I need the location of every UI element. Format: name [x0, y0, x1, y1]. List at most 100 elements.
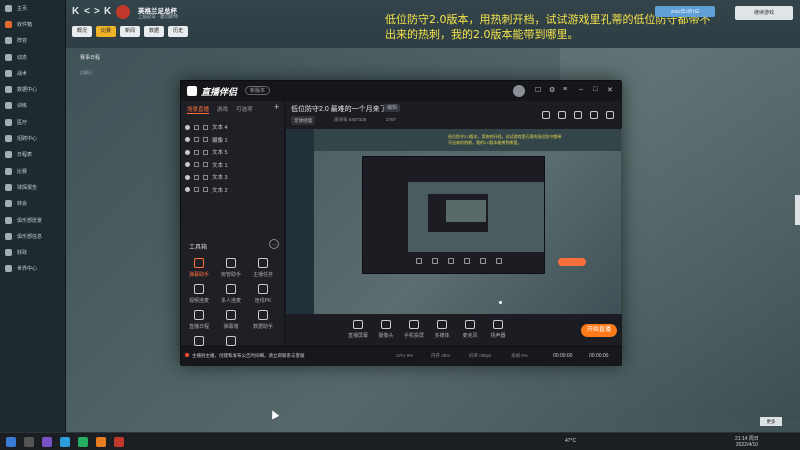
filter-tab[interactable]: 新闻 — [120, 26, 141, 37]
right-edge-tab[interactable] — [795, 195, 800, 225]
tool-button[interactable]: 视频连麦 — [185, 284, 213, 304]
gift-icon[interactable] — [542, 111, 550, 119]
nav-back-button[interactable]: < — [84, 6, 90, 17]
lock-icon[interactable] — [194, 162, 199, 167]
source-item[interactable]: 文本 2 — [185, 184, 228, 196]
sidebar-item[interactable]: 日程表 — [0, 147, 65, 163]
eye-icon[interactable] — [185, 174, 190, 180]
control-button[interactable]: 直播屏幕 — [344, 320, 372, 339]
text-source-icon — [203, 137, 208, 142]
version-badge[interactable]: 新版本 — [245, 86, 271, 95]
sidebar-item[interactable]: 俱乐部愿景 — [0, 212, 65, 228]
eye-icon[interactable] — [185, 162, 190, 167]
eye-icon[interactable] — [185, 187, 190, 192]
nav-forward-button[interactable]: > — [94, 6, 100, 17]
control-button[interactable]: 摄像头 — [372, 320, 400, 339]
tool-button[interactable]: 直播日程 — [185, 310, 213, 330]
search-icon[interactable] — [24, 437, 34, 447]
lock-icon[interactable] — [558, 111, 566, 119]
start-icon[interactable] — [6, 437, 16, 447]
sidebar-item[interactable]: 阵容 — [0, 33, 65, 49]
control-button[interactable]: 手机投屏 — [400, 320, 428, 339]
app-icon-5[interactable] — [114, 437, 124, 447]
lock-icon[interactable] — [194, 137, 199, 142]
maximize-icon[interactable]: □ — [593, 86, 597, 93]
sidebar-item[interactable]: 医疗 — [0, 114, 65, 130]
sidebar-item[interactable]: 球探报告 — [0, 179, 65, 195]
go-live-button[interactable]: 开始直播 — [581, 324, 617, 337]
add-scene-icon[interactable]: + — [274, 102, 279, 112]
sidebar-item[interactable]: 训练 — [0, 98, 65, 114]
tab-options[interactable]: 可选项 — [236, 105, 253, 114]
stream-preview[interactable]: 低位防守2.0版本，用热刺开档，试试游戏里孔蒂的低位防守都带不出来的热刺，我的2… — [286, 129, 621, 314]
filter-tab[interactable]: 比赛 — [96, 26, 117, 37]
sidebar-item[interactable]: 俱乐部信息 — [0, 228, 65, 244]
lock-icon[interactable] — [194, 149, 199, 155]
tool-button[interactable]: 数据助手 — [249, 310, 277, 330]
category-tag[interactable]: 足球经理 — [291, 116, 315, 125]
source-item[interactable]: 文本 5 — [185, 146, 228, 158]
nav-last-button[interactable]: K — [104, 6, 111, 17]
eye-icon[interactable] — [185, 149, 190, 155]
app-icon-3[interactable] — [78, 437, 88, 447]
user-avatar[interactable] — [513, 85, 525, 97]
control-button[interactable]: 多媒体 — [428, 320, 456, 339]
filter-tab[interactable]: 概况 — [72, 26, 93, 37]
live-timer: 00:00:00 — [553, 353, 573, 359]
filter-tab[interactable]: 数据 — [144, 26, 165, 37]
sidebar-item-icon — [5, 53, 12, 61]
clock[interactable]: 21:14 周日 2022/4/10 — [735, 436, 759, 448]
control-button[interactable]: 扬声器 — [484, 320, 512, 339]
tool-button[interactable]: 弹幕墙 — [217, 310, 245, 330]
tool-button[interactable]: 主播任务 — [249, 258, 277, 278]
lock-icon[interactable] — [194, 174, 199, 180]
eye-icon[interactable] — [185, 124, 190, 130]
source-item[interactable]: 文本 1 — [185, 159, 228, 171]
sidebar-item[interactable]: 世界中心 — [0, 261, 65, 277]
edit-title-button[interactable]: 编辑 — [384, 104, 401, 112]
tab-game[interactable]: 游戏 — [217, 105, 228, 114]
sidebar-item[interactable]: 招聘中心 — [0, 130, 65, 146]
tool-button[interactable]: 弹幕助手 — [185, 258, 213, 278]
settings-icon[interactable]: ⚙ — [549, 86, 555, 94]
sidebar-item[interactable]: 比赛 — [0, 163, 65, 179]
minimize-icon[interactable]: – — [579, 86, 583, 93]
continue-button[interactable]: 继续游戏 — [735, 6, 793, 20]
tool-button[interactable]: 多人连麦 — [217, 284, 245, 304]
source-item[interactable]: 摄像 1 — [185, 134, 228, 146]
tool-label: 房管助手 — [220, 272, 241, 278]
filter-tab[interactable]: 历史 — [168, 26, 189, 37]
bell-icon[interactable] — [590, 111, 598, 119]
sidebar-item[interactable]: 收件箱 — [0, 16, 65, 32]
lock-icon[interactable] — [194, 124, 199, 130]
sidebar-item[interactable]: 转会 — [0, 196, 65, 212]
tool-button[interactable]: 房管助手 — [217, 258, 245, 278]
eye-icon[interactable] — [185, 137, 190, 142]
sidebar-item[interactable]: 主页 — [0, 0, 65, 16]
more-icon[interactable]: … — [269, 239, 279, 249]
share-icon[interactable] — [606, 111, 614, 119]
sidebar-item[interactable]: 动态 — [0, 49, 65, 65]
nav-first-button[interactable]: K — [72, 6, 79, 17]
sidebar-item[interactable]: 数据中心 — [0, 81, 65, 97]
control-label: 多媒体 — [434, 333, 450, 339]
menu-icon[interactable]: ≡ — [563, 86, 567, 93]
source-item[interactable]: 文本 3 — [185, 171, 228, 183]
message-icon[interactable]: ☐ — [535, 86, 541, 94]
sidebar-item[interactable]: 战术 — [0, 65, 65, 81]
sidebar-item-icon — [5, 151, 12, 159]
sidebar-item[interactable]: 财政 — [0, 244, 65, 260]
app-icon-1[interactable] — [42, 437, 52, 447]
close-icon[interactable]: ✕ — [607, 86, 613, 94]
tool-icon — [258, 258, 268, 268]
lock-icon[interactable] — [194, 187, 199, 192]
tab-scene-live[interactable]: 场景直播 — [187, 105, 210, 114]
tool-button[interactable]: 连线PK — [249, 284, 277, 304]
weather-text[interactable]: 47°C — [565, 438, 576, 444]
more-button[interactable]: 更多 — [760, 417, 782, 426]
app-icon-2[interactable] — [60, 437, 70, 447]
chat-icon[interactable] — [574, 111, 582, 119]
app-icon-4[interactable] — [96, 437, 106, 447]
control-button[interactable]: 麦克风 — [456, 320, 484, 339]
source-item[interactable]: 文本 4 — [185, 121, 228, 133]
